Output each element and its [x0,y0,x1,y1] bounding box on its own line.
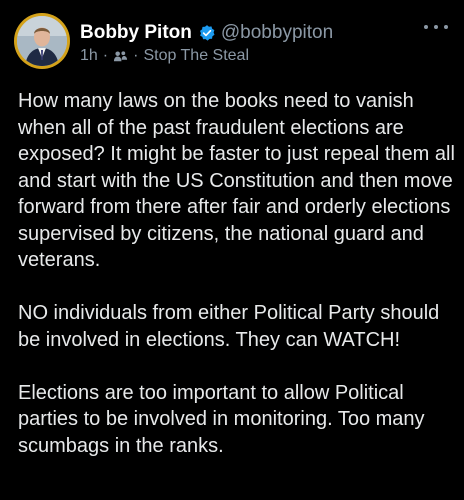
author-display-name[interactable]: Bobby Piton [80,22,192,44]
post-body: How many laws on the books need to vanis… [18,88,458,486]
avatar-image [17,16,67,66]
post-paragraph: Elections are too important to allow Pol… [18,381,425,457]
more-dot-icon [444,25,448,29]
meta-separator: · [133,47,139,64]
post-paragraph: How many laws on the books need to vanis… [18,90,455,271]
name-row: Bobby Piton @bobbypiton [80,20,424,46]
meta-separator: · [102,47,109,64]
post-time[interactable]: 1h [80,47,98,65]
more-options-button[interactable] [424,20,448,34]
avatar[interactable] [14,13,70,69]
post: Bobby Piton @bobbypiton 1h · · Stop The … [0,0,464,500]
community-name[interactable]: Stop The Steal [143,47,249,65]
verified-badge-icon [198,24,216,42]
more-dot-icon [424,25,428,29]
more-dot-icon [434,25,438,29]
community-icon [113,49,128,64]
post-header: Bobby Piton @bobbypiton 1h · · Stop The … [80,20,424,65]
post-paragraph: NO individuals from either Political Par… [18,302,440,351]
post-meta: 1h · · Stop The Steal [80,47,424,65]
author-handle[interactable]: @bobbypiton [221,22,333,44]
